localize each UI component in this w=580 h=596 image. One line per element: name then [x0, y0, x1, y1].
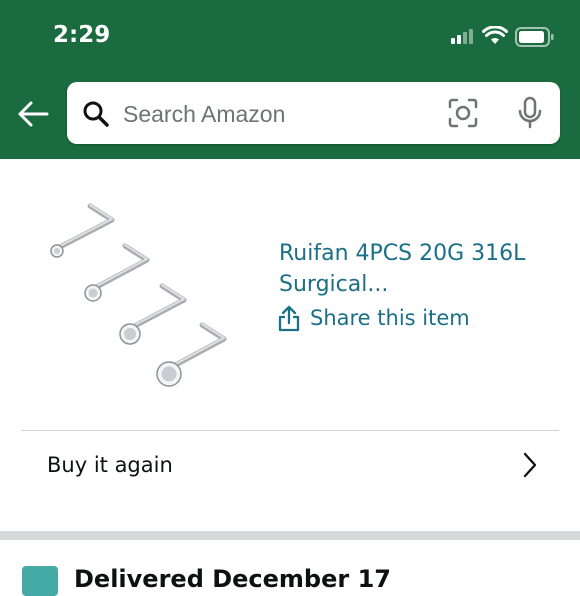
app-header: 2:29 Search Amazon	[0, 0, 580, 159]
cellular-signal-icon	[451, 29, 473, 44]
share-label: Share this item	[310, 306, 470, 330]
search-bar[interactable]: Search Amazon	[67, 82, 560, 144]
back-arrow-icon[interactable]	[17, 100, 49, 128]
share-icon	[278, 305, 300, 332]
delivery-status: Delivered December 17	[74, 565, 391, 593]
product-image[interactable]	[44, 196, 244, 396]
section-divider	[0, 531, 580, 540]
microphone-icon[interactable]	[517, 96, 543, 130]
battery-icon	[515, 27, 554, 47]
camera-scan-icon[interactable]	[448, 98, 478, 128]
search-icon	[83, 101, 109, 127]
product-title-link[interactable]: Ruifan 4PCS 20G 316L Surgical...	[279, 238, 549, 300]
chevron-right-icon	[523, 452, 537, 478]
delivery-status-icon	[22, 566, 58, 596]
search-input[interactable]: Search Amazon	[123, 101, 285, 128]
buy-again-label: Buy it again	[47, 453, 173, 477]
buy-again-row[interactable]: Buy it again	[0, 431, 580, 501]
wifi-icon	[482, 26, 508, 44]
share-item-button[interactable]: Share this item	[278, 304, 470, 332]
status-time: 2:29	[53, 22, 111, 48]
